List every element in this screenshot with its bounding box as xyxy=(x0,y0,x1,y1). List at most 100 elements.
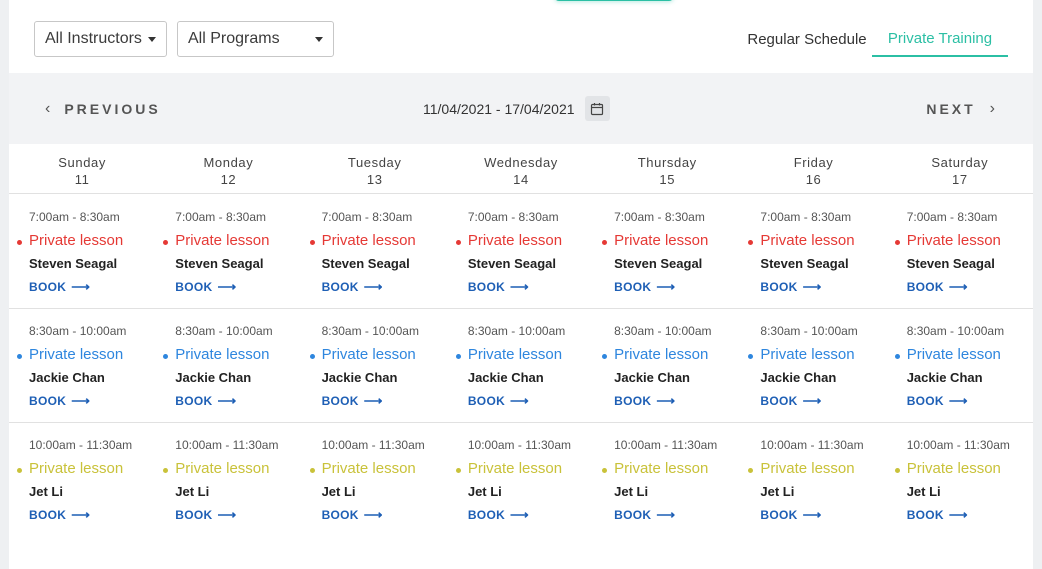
lesson-title[interactable]: Private lesson xyxy=(309,232,448,250)
instructor-name: Steven Seagal xyxy=(321,256,410,271)
lesson-title[interactable]: Private lesson xyxy=(455,460,594,478)
lesson-time: 7:00am - 8:30am xyxy=(760,210,852,224)
day-header: Sunday 11 xyxy=(9,144,155,193)
instructor-name: Jet Li xyxy=(175,484,210,499)
instructor-name: Jet Li xyxy=(906,484,941,499)
lesson-cell: 8:30am - 10:00am Private lesson Jackie Cha… xyxy=(302,309,448,422)
instructor-name: Jet Li xyxy=(321,484,356,499)
lesson-title-text: Private lesson xyxy=(321,346,416,363)
instructor-name: Jackie Chan xyxy=(29,370,105,385)
lesson-dot-icon xyxy=(309,354,315,359)
day-name: Saturday xyxy=(931,155,989,170)
day-header: Tuesday 13 xyxy=(302,144,448,193)
lesson-title[interactable]: Private lesson xyxy=(309,346,448,364)
tab-private-training[interactable]: Private Training xyxy=(872,21,1008,57)
chevron-right-icon: › xyxy=(989,99,995,117)
day-header: Thursday 15 xyxy=(594,144,740,193)
lesson-dot-icon xyxy=(748,354,754,359)
arrow-right-icon: ⟶ xyxy=(802,279,822,294)
book-button[interactable]: BOOK ⟶ xyxy=(175,394,236,409)
book-label: BOOK xyxy=(906,394,944,408)
arrow-right-icon: ⟶ xyxy=(217,507,237,522)
book-button[interactable]: BOOK ⟶ xyxy=(468,280,529,295)
lesson-time: 8:30am - 10:00am xyxy=(467,324,566,338)
book-button[interactable]: BOOK ⟶ xyxy=(614,393,676,409)
lesson-title[interactable]: Private lesson xyxy=(602,232,740,250)
lesson-time: 10:00am - 11:30am xyxy=(906,438,1010,452)
calendar-icon[interactable] xyxy=(584,96,610,121)
instructor-name: Jackie Chan xyxy=(175,370,252,385)
lesson-title[interactable]: Private lesson xyxy=(748,232,886,250)
lesson-title[interactable]: Private lesson xyxy=(602,346,740,364)
arrow-right-icon: ⟶ xyxy=(510,507,529,522)
chevron-left-icon: ‹ xyxy=(45,99,51,117)
book-button[interactable]: BOOK ⟶ xyxy=(175,507,237,523)
lesson-title[interactable]: Private lesson xyxy=(163,460,301,478)
arrow-right-icon: ⟶ xyxy=(510,393,529,408)
lesson-dot-icon xyxy=(455,354,461,359)
lesson-title[interactable]: Private lesson xyxy=(309,460,448,478)
lesson-title-text: Private lesson xyxy=(175,346,270,363)
lesson-title[interactable]: Private lesson xyxy=(17,232,155,250)
previous-week-button[interactable]: ‹ PREVIOUS xyxy=(45,73,161,144)
lesson-cell: 7:00am - 8:30am Private lesson Steven Seag… xyxy=(887,195,1033,308)
instructor-filter-select[interactable]: All Instructors xyxy=(34,21,167,57)
lesson-time: 7:00am - 8:30am xyxy=(29,210,120,224)
lesson-title[interactable]: Private lesson xyxy=(455,346,594,364)
book-button[interactable]: BOOK ⟶ xyxy=(760,394,821,409)
day-date: 11 xyxy=(74,172,90,187)
lesson-title[interactable]: Private lesson xyxy=(894,232,1033,250)
lesson-title[interactable]: Private lesson xyxy=(894,460,1033,478)
lesson-title[interactable]: Private lesson xyxy=(748,346,886,364)
lesson-cell: 7:00am - 8:30am Private lesson Steven Seag… xyxy=(740,195,886,308)
lesson-title-text: Private lesson xyxy=(321,232,416,249)
lesson-title[interactable]: Private lesson xyxy=(17,460,155,478)
arrow-right-icon: ⟶ xyxy=(656,393,676,408)
lesson-title[interactable]: Private lesson xyxy=(163,346,301,364)
book-button[interactable]: BOOK ⟶ xyxy=(468,507,529,523)
instructor-name: Jackie Chan xyxy=(321,370,398,385)
lesson-dot-icon xyxy=(163,468,169,473)
book-label: BOOK xyxy=(467,394,506,408)
program-filter-select[interactable]: All Programs xyxy=(177,21,334,57)
book-button[interactable]: BOOK ⟶ xyxy=(322,508,383,523)
instructor-name: Jackie Chan xyxy=(467,370,544,385)
book-button[interactable]: BOOK ⟶ xyxy=(322,280,383,295)
lesson-title-text: Private lesson xyxy=(760,346,855,363)
lesson-time: 7:00am - 8:30am xyxy=(175,210,266,224)
lesson-time: 10:00am - 11:30am xyxy=(29,438,133,452)
book-button[interactable]: BOOK ⟶ xyxy=(175,280,236,295)
day-date: 17 xyxy=(951,172,968,187)
book-button[interactable]: BOOK ⟶ xyxy=(614,508,675,523)
lesson-dot-icon xyxy=(602,240,608,245)
next-week-button[interactable]: NEXT › xyxy=(926,73,995,144)
day-header: Wednesday 14 xyxy=(448,144,594,193)
lesson-cell: 10:00am - 11:30am Private lesson Jet Li BOO… xyxy=(887,423,1033,537)
lesson-title[interactable]: Private lesson xyxy=(17,346,155,364)
book-button[interactable]: BOOK ⟶ xyxy=(29,508,90,523)
lesson-cell: 10:00am - 11:30am Private lesson Jet Li BOO… xyxy=(302,423,448,537)
book-button[interactable]: BOOK ⟶ xyxy=(614,280,675,295)
book-button[interactable]: BOOK ⟶ xyxy=(29,280,90,295)
book-button[interactable]: BOOK ⟶ xyxy=(907,280,968,295)
lesson-title-text: Private lesson xyxy=(29,346,124,363)
book-button[interactable]: BOOK ⟶ xyxy=(760,508,821,523)
book-button[interactable]: BOOK ⟶ xyxy=(322,394,383,409)
lesson-title[interactable]: Private lesson xyxy=(894,346,1033,364)
book-label: BOOK xyxy=(29,394,67,408)
lesson-title[interactable]: Private lesson xyxy=(602,460,740,478)
lesson-cell: 10:00am - 11:30am Private lesson Jet Li BOO… xyxy=(594,423,740,537)
book-button[interactable]: BOOK ⟶ xyxy=(907,508,968,523)
book-button[interactable]: BOOK ⟶ xyxy=(467,393,529,409)
lesson-dot-icon xyxy=(894,468,900,473)
book-button[interactable]: BOOK ⟶ xyxy=(29,394,90,409)
lesson-title[interactable]: Private lesson xyxy=(748,460,886,478)
lesson-title[interactable]: Private lesson xyxy=(455,232,594,250)
lesson-time: 10:00am - 11:30am xyxy=(321,438,425,452)
lesson-title[interactable]: Private lesson xyxy=(163,232,301,250)
tab-regular-schedule[interactable]: Regular Schedule xyxy=(739,21,875,57)
book-button[interactable]: BOOK ⟶ xyxy=(906,394,968,409)
date-range-picker[interactable]: 11/04/2021 - 17/04/2021 xyxy=(423,73,610,144)
book-button[interactable]: BOOK ⟶ xyxy=(760,279,822,295)
instructor-name: Jet Li xyxy=(614,484,649,499)
